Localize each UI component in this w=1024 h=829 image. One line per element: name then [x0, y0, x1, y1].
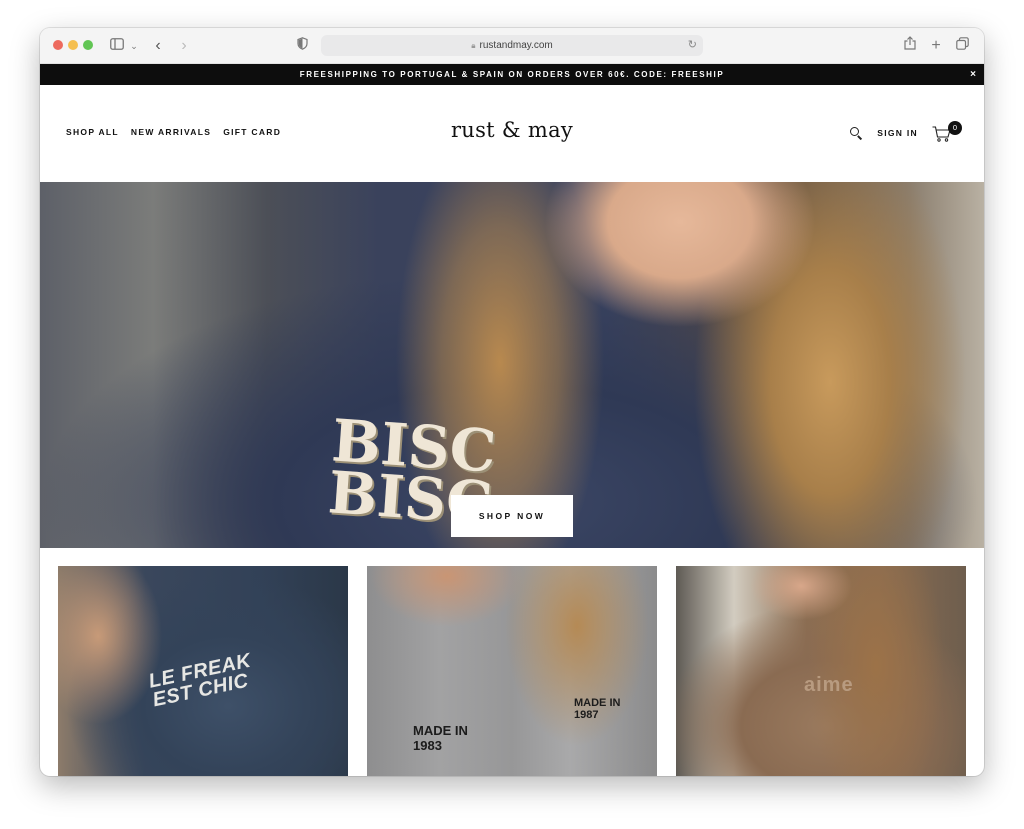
reload-icon[interactable]: ↻	[688, 35, 697, 56]
tile-1-print: LE FREAK EST CHIC	[146, 649, 254, 712]
tabs-overview-icon[interactable]	[954, 36, 970, 56]
tile-2-print-1: MADE IN 1983	[413, 723, 468, 753]
hero-banner[interactable]: BISC BISC SHOP NOW	[40, 182, 984, 548]
browser-toolbar: ⌄ ‹ › 🔒︎ rustandmay.com ↻ +	[40, 28, 984, 64]
cart-button[interactable]: 0	[932, 121, 962, 144]
shield-icon[interactable]	[295, 36, 309, 56]
close-window-button[interactable]	[53, 40, 63, 50]
sign-in-link[interactable]: SIGN IN	[877, 128, 918, 138]
collection-tile-2[interactable]: MADE IN 1983 MADE IN 1987	[367, 566, 657, 776]
chevron-left-icon[interactable]: ‹	[151, 36, 165, 56]
url-text: rustandmay.com	[479, 40, 553, 51]
header-actions: SIGN IN 0	[849, 121, 962, 145]
minimize-window-button[interactable]	[68, 40, 78, 50]
cart-count-badge: 0	[948, 121, 962, 135]
chevron-right-icon[interactable]: ›	[177, 36, 191, 56]
announcement-bar: FREESHIPPING TO PORTUGAL & SPAIN ON ORDE…	[40, 64, 984, 85]
shop-now-button[interactable]: SHOP NOW	[451, 495, 573, 537]
close-icon[interactable]: ×	[970, 64, 976, 85]
share-icon[interactable]	[902, 36, 918, 56]
address-bar[interactable]: 🔒︎ rustandmay.com ↻	[321, 35, 703, 56]
browser-window: ⌄ ‹ › 🔒︎ rustandmay.com ↻ + FREESHIPPING …	[40, 28, 984, 776]
fullscreen-window-button[interactable]	[83, 40, 93, 50]
tile-3-print: aime	[804, 674, 854, 696]
site-logo[interactable]: rust & may	[40, 118, 984, 142]
collection-tile-3[interactable]: aime	[676, 566, 966, 776]
sidebar-icon[interactable]	[108, 36, 126, 56]
plus-icon[interactable]: +	[928, 36, 944, 56]
site-header: SHOP ALL NEW ARRIVALS GIFT CARD rust & m…	[40, 85, 984, 182]
search-icon[interactable]	[849, 126, 863, 140]
tile-2-print-2: MADE IN 1987	[574, 697, 621, 721]
collection-tile-1[interactable]: LE FREAK EST CHIC	[58, 566, 348, 776]
chevron-down-icon[interactable]: ⌄	[129, 36, 139, 56]
announcement-text: FREESHIPPING TO PORTUGAL & SPAIN ON ORDE…	[299, 70, 725, 79]
lock-icon: 🔒︎	[471, 41, 476, 50]
